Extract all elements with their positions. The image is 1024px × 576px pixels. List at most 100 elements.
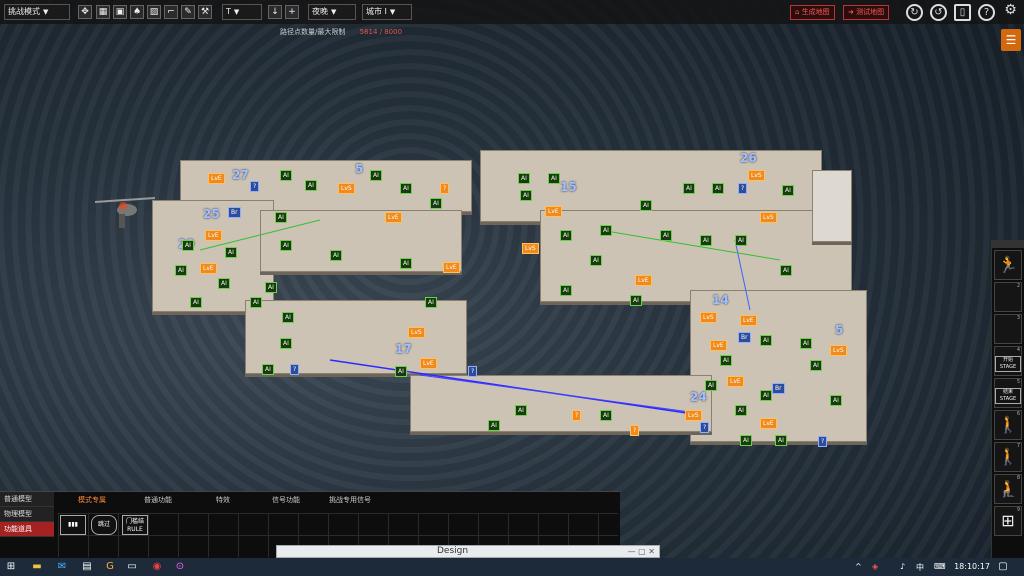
ai-tag[interactable]: AI xyxy=(190,297,202,308)
browser-icon[interactable]: G xyxy=(103,560,117,574)
ai-tag[interactable]: AI xyxy=(488,420,500,431)
ai-tag[interactable]: AI xyxy=(590,255,602,266)
ai-tag[interactable]: AI xyxy=(305,180,317,191)
ai-tag[interactable]: AI xyxy=(548,173,560,184)
ai-tag[interactable]: AI xyxy=(700,235,712,246)
lvs-tag[interactable]: LvS xyxy=(700,312,717,323)
ai-tag[interactable]: AI xyxy=(250,297,262,308)
ai-tag[interactable]: AI xyxy=(370,170,382,181)
slot-stage-start[interactable]: 4 开始 STAGE xyxy=(994,346,1022,376)
paint-icon[interactable]: ▨ xyxy=(147,5,161,19)
ai-tag[interactable]: AI xyxy=(560,230,572,241)
tab-challenge-signals[interactable]: 挑战专用信号 xyxy=(329,495,371,505)
game-viewport[interactable]: 27 25 5 26 29 15 14 5 17 24 LvE ? AI AI … xyxy=(0,0,1024,558)
notes-icon[interactable]: ☰ xyxy=(1001,29,1021,51)
tab-effects[interactable]: 特效 xyxy=(216,495,230,505)
volume-icon[interactable]: ♪ xyxy=(900,562,905,571)
orange-tag[interactable]: ? xyxy=(630,425,640,436)
ai-tag[interactable]: AI xyxy=(740,435,752,446)
map-select[interactable]: 城市 I ▼ xyxy=(362,4,412,20)
br-tag[interactable]: Br xyxy=(228,207,241,218)
ai-tag[interactable]: AI xyxy=(218,278,230,289)
ai-tag[interactable]: AI xyxy=(800,338,812,349)
unknown-tag[interactable]: ? xyxy=(250,181,260,192)
menu-normal-models[interactable]: 普通模型 xyxy=(0,492,54,507)
mode-select[interactable]: 挑战模式 ▼ xyxy=(4,4,70,20)
lve-tag[interactable]: LvE xyxy=(385,212,402,223)
ime-indicator[interactable]: 中 xyxy=(916,562,924,573)
download-icon[interactable]: ↓ xyxy=(268,5,282,19)
ai-tag[interactable]: AI xyxy=(600,410,612,421)
ai-tag[interactable]: AI xyxy=(265,282,277,293)
slot-walker[interactable]: 7 🚶 xyxy=(994,442,1022,472)
lve-tag[interactable]: LvE xyxy=(200,263,217,274)
slot-person[interactable]: 6 🚶 xyxy=(994,410,1022,440)
bottles-icon[interactable]: ▮▮▮ xyxy=(60,515,86,535)
lve-tag[interactable]: LvE xyxy=(710,340,727,351)
ai-tag[interactable]: AI xyxy=(400,258,412,269)
ai-tag[interactable]: AI xyxy=(720,355,732,366)
grid-icon[interactable]: ▦ xyxy=(96,5,110,19)
lve-tag[interactable]: LvE xyxy=(420,358,437,369)
lvs-tag[interactable]: LvS xyxy=(338,183,355,194)
lve-tag[interactable]: LvE xyxy=(443,262,460,273)
menu-function-props[interactable]: 功能道具 xyxy=(0,522,54,537)
ai-tag[interactable]: AI xyxy=(280,170,292,181)
br-tag[interactable]: Br xyxy=(738,332,751,343)
ai-tag[interactable]: AI xyxy=(780,265,792,276)
eraser-icon[interactable]: ✎ xyxy=(181,5,195,19)
unknown-tag[interactable]: ? xyxy=(290,364,300,375)
gear-icon[interactable]: ⚙ xyxy=(1002,3,1019,21)
lvs-tag[interactable]: LvS xyxy=(522,243,539,254)
tab-signal-functions[interactable]: 信号功能 xyxy=(272,495,300,505)
lvs-tag[interactable]: LvS xyxy=(748,170,765,181)
unknown-tag[interactable]: ? xyxy=(818,436,828,447)
ai-tag[interactable]: AI xyxy=(735,235,747,246)
lve-tag[interactable]: LvE xyxy=(740,315,757,326)
lvs-tag[interactable]: LvS xyxy=(760,212,777,223)
layer-icon[interactable]: ▣ xyxy=(113,5,127,19)
lve-tag[interactable]: LvE xyxy=(635,275,652,286)
ai-tag[interactable]: AI xyxy=(600,225,612,236)
plus-icon[interactable]: + xyxy=(285,5,299,19)
tray-arrow-icon[interactable]: ^ xyxy=(855,562,862,571)
slot-runner[interactable]: 🏃 xyxy=(994,250,1022,280)
ai-tag[interactable]: AI xyxy=(760,390,772,401)
lve-tag[interactable]: LvE xyxy=(205,230,222,241)
unknown-tag[interactable]: ? xyxy=(468,366,478,377)
level-select[interactable]: T ▼ xyxy=(222,4,262,20)
lve-tag[interactable]: LvE xyxy=(545,206,562,217)
slot-stage-end[interactable]: 5 结束 STAGE xyxy=(994,378,1022,408)
app-icon[interactable]: ◉ xyxy=(150,560,164,574)
slot-2[interactable]: 2 xyxy=(994,282,1022,312)
refresh-icon[interactable]: ↻ xyxy=(906,4,923,21)
tab-normal-functions[interactable]: 普通功能 xyxy=(144,495,172,505)
slot-3[interactable]: 3 xyxy=(994,314,1022,344)
ai-tag[interactable]: AI xyxy=(280,240,292,251)
terminal-icon[interactable]: ▭ xyxy=(125,560,139,574)
ai-tag[interactable]: AI xyxy=(560,285,572,296)
move-icon[interactable]: ✥ xyxy=(78,5,92,19)
lvs-tag[interactable]: LvS xyxy=(830,345,847,356)
ai-tag[interactable]: AI xyxy=(520,190,532,201)
window-controls[interactable]: — ▢ ✕ xyxy=(628,546,655,557)
ai-tag[interactable]: AI xyxy=(400,183,412,194)
ai-tag[interactable]: AI xyxy=(282,312,294,323)
ai-tag[interactable]: AI xyxy=(705,380,717,391)
tab-mode-exclusive[interactable]: 模式专属 xyxy=(78,495,106,505)
help-icon[interactable]: ? xyxy=(978,4,995,21)
hexagon-icon[interactable]: 跳过 xyxy=(91,515,117,535)
wrench-icon[interactable]: ⚒ xyxy=(198,5,212,19)
ai-tag[interactable]: AI xyxy=(515,405,527,416)
book-icon[interactable]: ▯ xyxy=(954,4,971,21)
ai-tag[interactable]: AI xyxy=(830,395,842,406)
test-map-button[interactable]: ➜ 测试地图 xyxy=(843,5,890,20)
notification-icon[interactable]: ▢ xyxy=(996,560,1010,574)
ai-tag[interactable]: AI xyxy=(262,364,274,375)
lvs-tag[interactable]: LvS xyxy=(408,327,425,338)
files-icon[interactable]: ▤ xyxy=(80,560,94,574)
ai-tag[interactable]: AI xyxy=(182,240,194,251)
ai-tag[interactable]: AI xyxy=(330,250,342,261)
orange-tag[interactable]: ? xyxy=(440,183,450,194)
unknown-tag[interactable]: ? xyxy=(738,183,748,194)
